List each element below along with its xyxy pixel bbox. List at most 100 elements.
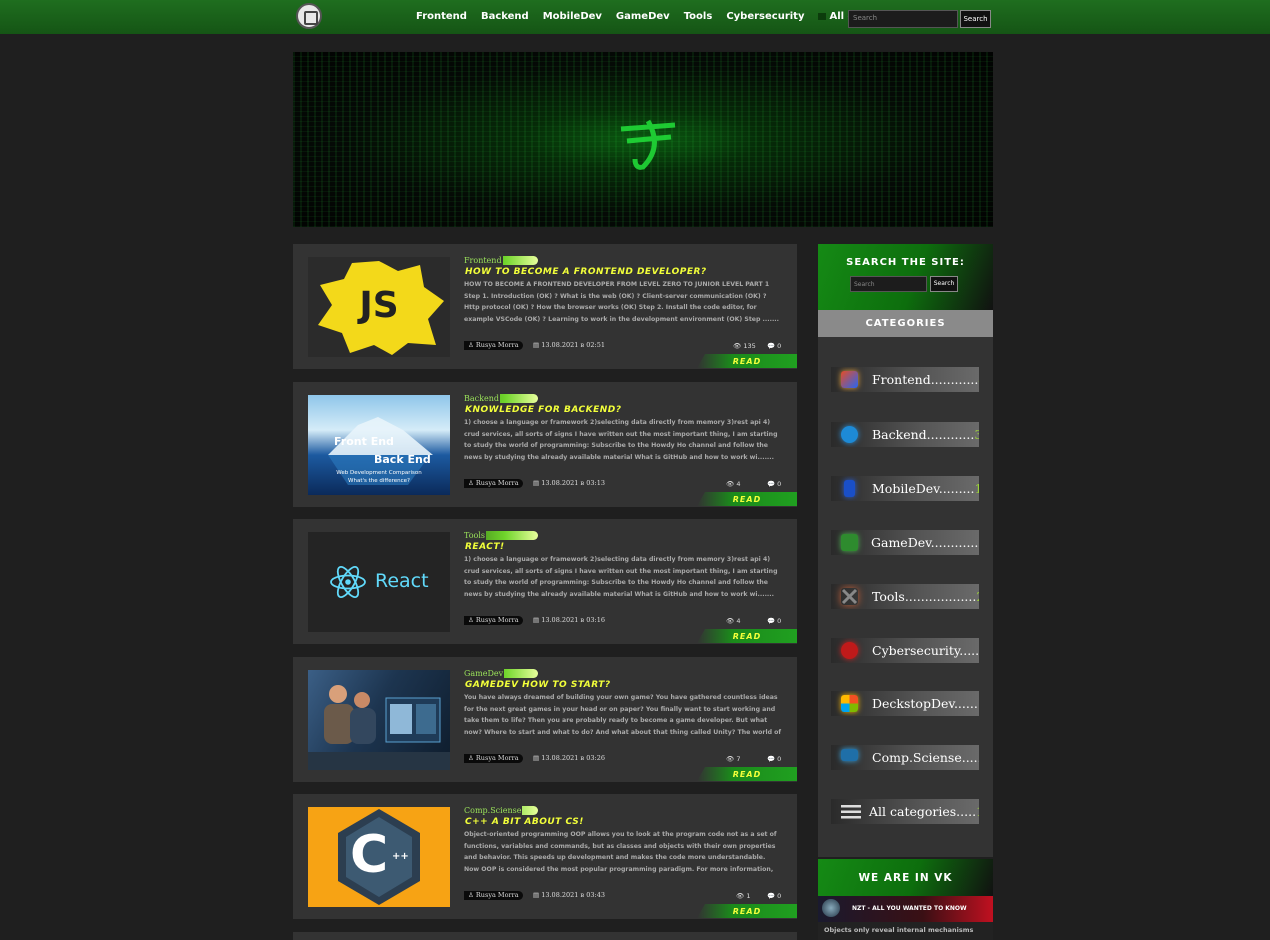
sidebar-category-gamedev[interactable]: GameDev............1: [831, 530, 979, 555]
sidebar-category-frontend[interactable]: Frontend............4: [831, 367, 979, 392]
nav-gamedev[interactable]: GameDev: [616, 11, 670, 22]
read-button[interactable]: READ: [697, 629, 797, 643]
sidebar-search-input[interactable]: Search: [850, 276, 927, 292]
post-excerpt: Object-oriented programming OOP allows y…: [464, 831, 777, 873]
post-comments: 💬 0: [767, 617, 782, 625]
cpp-logo-plus: ++: [392, 851, 409, 862]
site-logo-icon[interactable]: [296, 3, 322, 29]
server-icon: [841, 426, 858, 443]
js-logo-text: JS: [359, 285, 399, 326]
post-card: Front End Back End Web Development Compa…: [293, 382, 797, 507]
hamburger-icon: [841, 803, 861, 820]
hacker-icon: [841, 642, 858, 659]
categories-title: CATEGORIES: [818, 310, 993, 337]
nav-backend[interactable]: Backend: [481, 11, 529, 22]
post-title[interactable]: C++ A BIT ABOUT CS!: [465, 817, 584, 827]
post-card: JS Frontend HOW TO BECOME A FRONTEND DEV…: [293, 244, 797, 369]
thumb-caption-2: What's the difference?: [348, 478, 410, 484]
post-card-partial: [293, 932, 797, 940]
react-logo-text: React: [375, 570, 429, 592]
post-thumbnail[interactable]: [308, 670, 450, 770]
post-date: ▤ 13.08.2021 в 03:26: [533, 754, 605, 762]
sidebar-category-tools[interactable]: Tools..................2: [831, 584, 979, 609]
sidebar-category-cybersecurity[interactable]: Cybersecurity.....1: [831, 638, 979, 663]
post-views: 👁 135: [733, 342, 756, 350]
windows-icon: [841, 695, 858, 712]
top-search-button[interactable]: Search: [960, 10, 991, 28]
post-date: ▤ 13.08.2021 в 03:16: [533, 616, 605, 624]
top-search-input[interactable]: Search: [848, 10, 958, 28]
phone-icon: [844, 480, 855, 497]
thumb-frontend-text: Front End: [334, 435, 394, 448]
post-category-tag[interactable]: Backend: [464, 394, 538, 403]
post-card: GameDev GAMEDEV HOW TO START? You have a…: [293, 657, 797, 782]
post-views: 👁 7: [726, 755, 741, 763]
read-button[interactable]: READ: [697, 492, 797, 506]
vk-section-title: WE ARE IN VK: [818, 859, 993, 896]
sidebar-category-compsciense[interactable]: Comp.Sciense......3: [831, 745, 979, 770]
post-excerpt: 1) choose a language or framework 2)sele…: [464, 556, 778, 598]
sidebar-category-all[interactable]: All categories.....16: [831, 799, 979, 824]
post-views: 👁 4: [726, 617, 741, 625]
post-comments: 💬 0: [767, 480, 782, 488]
post-author: ♙ Rusya Morra: [464, 891, 523, 900]
top-navbar: Frontend Backend MobileDev GameDev Tools…: [0, 0, 1270, 34]
sidebar-category-mobiledev[interactable]: MobileDev.........1: [831, 476, 979, 501]
post-thumbnail[interactable]: JS: [308, 257, 450, 357]
sidebar-search-button[interactable]: Search: [930, 276, 958, 292]
post-card: C ++ Comp.Sciense C++ A BIT ABOUT CS! Ob…: [293, 794, 797, 919]
post-excerpt: 1) choose a language or framework 2)sele…: [464, 419, 778, 461]
post-views: 👁 4: [726, 480, 741, 488]
nav-frontend[interactable]: Frontend: [416, 11, 467, 22]
main-nav: Frontend Backend MobileDev GameDev Tools…: [416, 11, 907, 22]
post-thumbnail[interactable]: C ++: [308, 807, 450, 907]
post-category-tag[interactable]: Frontend: [464, 256, 538, 265]
post-comments: 💬 0: [767, 342, 782, 350]
sidebar-category-backend[interactable]: Backend............3: [831, 422, 979, 447]
post-title[interactable]: REACT!: [465, 542, 505, 552]
post-title[interactable]: KNOWLEDGE FOR BACKEND?: [465, 405, 621, 415]
post-comments: 💬 0: [767, 755, 782, 763]
invader-icon: [841, 534, 858, 551]
nav-tools[interactable]: Tools: [684, 11, 713, 22]
post-date: ▤ 13.08.2021 в 03:13: [533, 479, 605, 487]
post-card: React Tools REACT! 1) choose a language …: [293, 519, 797, 644]
monitor-icon: [841, 749, 858, 761]
thumb-caption: Web Development Comparison: [336, 470, 422, 476]
thumb-backend-text: Back End: [374, 453, 431, 466]
post-author: ♙ Rusya Morra: [464, 479, 523, 488]
post-category-tag[interactable]: Comp.Sciense: [464, 806, 538, 815]
post-title[interactable]: HOW TO BECOME A FRONTEND DEVELOPER?: [465, 267, 707, 277]
nav-mobiledev[interactable]: MobileDev: [543, 11, 602, 22]
sidebar-category-deckstopdev[interactable]: DeckstopDev......1: [831, 691, 979, 716]
post-category-tag[interactable]: GameDev: [464, 669, 538, 678]
read-button[interactable]: READ: [697, 354, 797, 368]
post-date: ▤ 13.08.2021 в 02:51: [533, 341, 605, 349]
hero-banner: [293, 52, 993, 227]
post-thumbnail[interactable]: Front End Back End Web Development Compa…: [308, 395, 450, 495]
sidebar-search-title: SEARCH THE SITE:: [846, 257, 965, 268]
banner-glyph-icon: [620, 119, 676, 170]
sidebar-search: SEARCH THE SITE: Search Search: [818, 244, 993, 310]
post-views: 👁 1: [736, 892, 751, 900]
vk-group-name[interactable]: NZT - ALL YOU WANTED TO KNOW: [852, 905, 967, 912]
read-button[interactable]: READ: [697, 904, 797, 918]
post-thumbnail[interactable]: React: [308, 532, 450, 632]
post-excerpt: HOW TO BECOME A FRONTEND DEVELOPER FROM …: [464, 281, 780, 323]
tools-icon: [841, 588, 858, 605]
html-css-icon: [841, 371, 858, 388]
read-button[interactable]: READ: [697, 767, 797, 781]
post-category-tag[interactable]: Tools: [464, 531, 538, 540]
post-author: ♙ Rusya Morra: [464, 341, 523, 350]
post-excerpt: You have always dreamed of building your…: [464, 694, 782, 736]
nav-cybersecurity[interactable]: Cybersecurity: [726, 11, 804, 22]
post-date: ▤ 13.08.2021 в 03:43: [533, 891, 605, 899]
vk-group-avatar[interactable]: [822, 899, 840, 917]
vk-group-subtitle: Objects only reveal internal mechanisms: [824, 926, 974, 934]
post-comments: 💬 0: [767, 892, 782, 900]
cpp-logo-letter: C: [350, 825, 389, 885]
post-title[interactable]: GAMEDEV HOW TO START?: [465, 680, 611, 690]
vk-group-widget[interactable]: NZT - ALL YOU WANTED TO KNOW Objects onl…: [818, 896, 993, 940]
post-author: ♙ Rusya Morra: [464, 616, 523, 625]
post-author: ♙ Rusya Morra: [464, 754, 523, 763]
